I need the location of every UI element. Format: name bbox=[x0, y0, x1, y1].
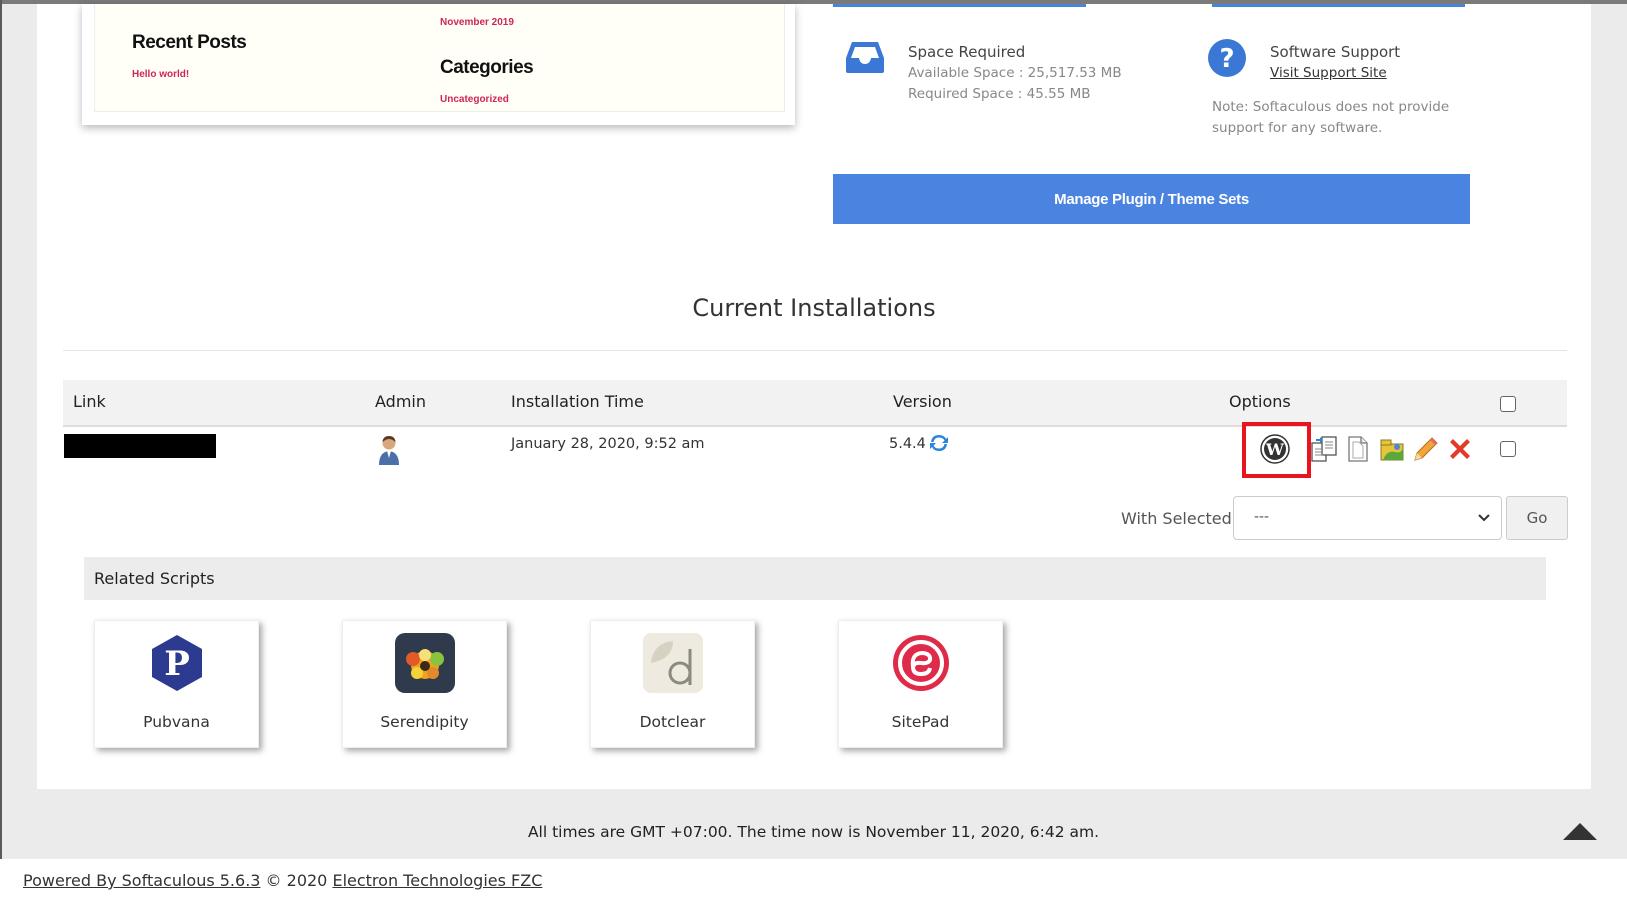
preview-archive-date: November 2019 bbox=[440, 17, 514, 28]
preview-recent-posts-heading: Recent Posts bbox=[132, 32, 247, 53]
staging-file-icon[interactable] bbox=[1343, 434, 1373, 464]
support-note-line-2: support for any software. bbox=[1212, 120, 1383, 136]
column-header-version: Version bbox=[893, 392, 952, 411]
backup-icon[interactable] bbox=[1377, 434, 1407, 464]
admin-user-icon[interactable] bbox=[377, 434, 401, 471]
question-icon: ? bbox=[1207, 38, 1247, 83]
select-all-checkbox[interactable] bbox=[1500, 396, 1516, 412]
scroll-to-top-icon[interactable] bbox=[1563, 823, 1597, 840]
window-left-edge bbox=[0, 0, 2, 908]
support-column-accent bbox=[1212, 4, 1465, 7]
manage-plugin-theme-sets-button[interactable]: Manage Plugin / Theme Sets bbox=[833, 174, 1470, 224]
main-panel: November 2019 Recent Posts Hello world! … bbox=[37, 4, 1591, 789]
script-card-serendipity[interactable]: Serendipity bbox=[342, 620, 507, 748]
theme-preview-card: November 2019 Recent Posts Hello world! … bbox=[82, 4, 795, 125]
script-name: Serendipity bbox=[380, 713, 469, 731]
timezone-note: All times are GMT +07:00. The time now i… bbox=[527, 823, 1100, 841]
footer-text: Powered By Softaculous 5.6.3 © 2020 Elec… bbox=[23, 871, 542, 890]
preview-post-link: Hello world! bbox=[132, 69, 190, 80]
clone-icon[interactable] bbox=[1309, 434, 1339, 464]
script-card-dotclear[interactable]: Dotclear bbox=[590, 620, 755, 748]
svg-text:?: ? bbox=[1219, 44, 1234, 74]
copyright-text: © 2020 bbox=[260, 871, 333, 890]
current-installations-heading: Current Installations bbox=[692, 294, 936, 322]
with-selected-label: With Selected: bbox=[1121, 509, 1238, 528]
bulk-action-select[interactable]: --- bbox=[1233, 496, 1502, 540]
remove-icon[interactable] bbox=[1445, 434, 1475, 464]
bulk-action-selected-value: --- bbox=[1254, 508, 1269, 525]
related-scripts-bar: Related Scripts bbox=[84, 557, 1546, 600]
installations-table-header: Link Admin Installation Time Version Opt… bbox=[63, 380, 1567, 427]
script-name: Dotclear bbox=[639, 713, 706, 731]
edit-pencil-icon[interactable] bbox=[1411, 434, 1441, 464]
serendipity-logo-icon bbox=[395, 633, 455, 693]
column-header-link: Link bbox=[73, 392, 106, 411]
space-column-accent bbox=[833, 4, 1086, 7]
sitepad-logo-icon bbox=[891, 633, 951, 693]
installation-time-value: January 28, 2020, 9:52 am bbox=[511, 436, 705, 452]
section-divider bbox=[63, 350, 1567, 351]
dotclear-logo-icon bbox=[643, 633, 703, 693]
software-support-title: Software Support bbox=[1270, 43, 1401, 61]
svg-text:P: P bbox=[164, 644, 190, 684]
installation-link-redacted[interactable] bbox=[64, 434, 216, 458]
script-name: SitePad bbox=[891, 713, 950, 731]
space-required-title: Space Required bbox=[908, 43, 1026, 61]
softaculous-link[interactable]: Powered By Softaculous 5.6.3 bbox=[23, 871, 260, 890]
upgrade-refresh-icon[interactable] bbox=[928, 432, 950, 459]
row-select-checkbox[interactable] bbox=[1500, 441, 1516, 457]
available-space: Available Space : 25,517.53 MB bbox=[908, 65, 1122, 81]
chevron-down-icon bbox=[1477, 511, 1491, 529]
wordpress-admin-icon[interactable]: W bbox=[1260, 434, 1290, 464]
column-header-admin: Admin bbox=[375, 392, 426, 411]
version-value: 5.4.4 bbox=[889, 436, 926, 452]
column-header-installation-time: Installation Time bbox=[511, 392, 644, 411]
svg-text:W: W bbox=[1265, 440, 1285, 459]
related-scripts-heading: Related Scripts bbox=[94, 569, 215, 588]
required-space: Required Space : 45.55 MB bbox=[908, 86, 1091, 102]
inbox-icon bbox=[845, 40, 885, 79]
script-name: Pubvana bbox=[143, 713, 210, 731]
electron-technologies-link[interactable]: Electron Technologies FZC bbox=[332, 871, 542, 890]
theme-preview-screenshot: November 2019 Recent Posts Hello world! … bbox=[94, 4, 785, 112]
go-button[interactable]: Go bbox=[1506, 496, 1568, 540]
visit-support-site-link[interactable]: Visit Support Site bbox=[1270, 65, 1387, 81]
footer: Powered By Softaculous 5.6.3 © 2020 Elec… bbox=[0, 859, 1627, 908]
script-card-pubvana[interactable]: P Pubvana bbox=[94, 620, 259, 748]
support-note-line-1: Note: Softaculous does not provide bbox=[1212, 99, 1450, 115]
script-card-sitepad[interactable]: SitePad bbox=[838, 620, 1003, 748]
pubvana-logo-icon: P bbox=[147, 633, 207, 693]
column-header-options: Options bbox=[1229, 392, 1291, 411]
preview-categories-heading: Categories bbox=[440, 57, 534, 78]
preview-category-link: Uncategorized bbox=[440, 94, 509, 105]
